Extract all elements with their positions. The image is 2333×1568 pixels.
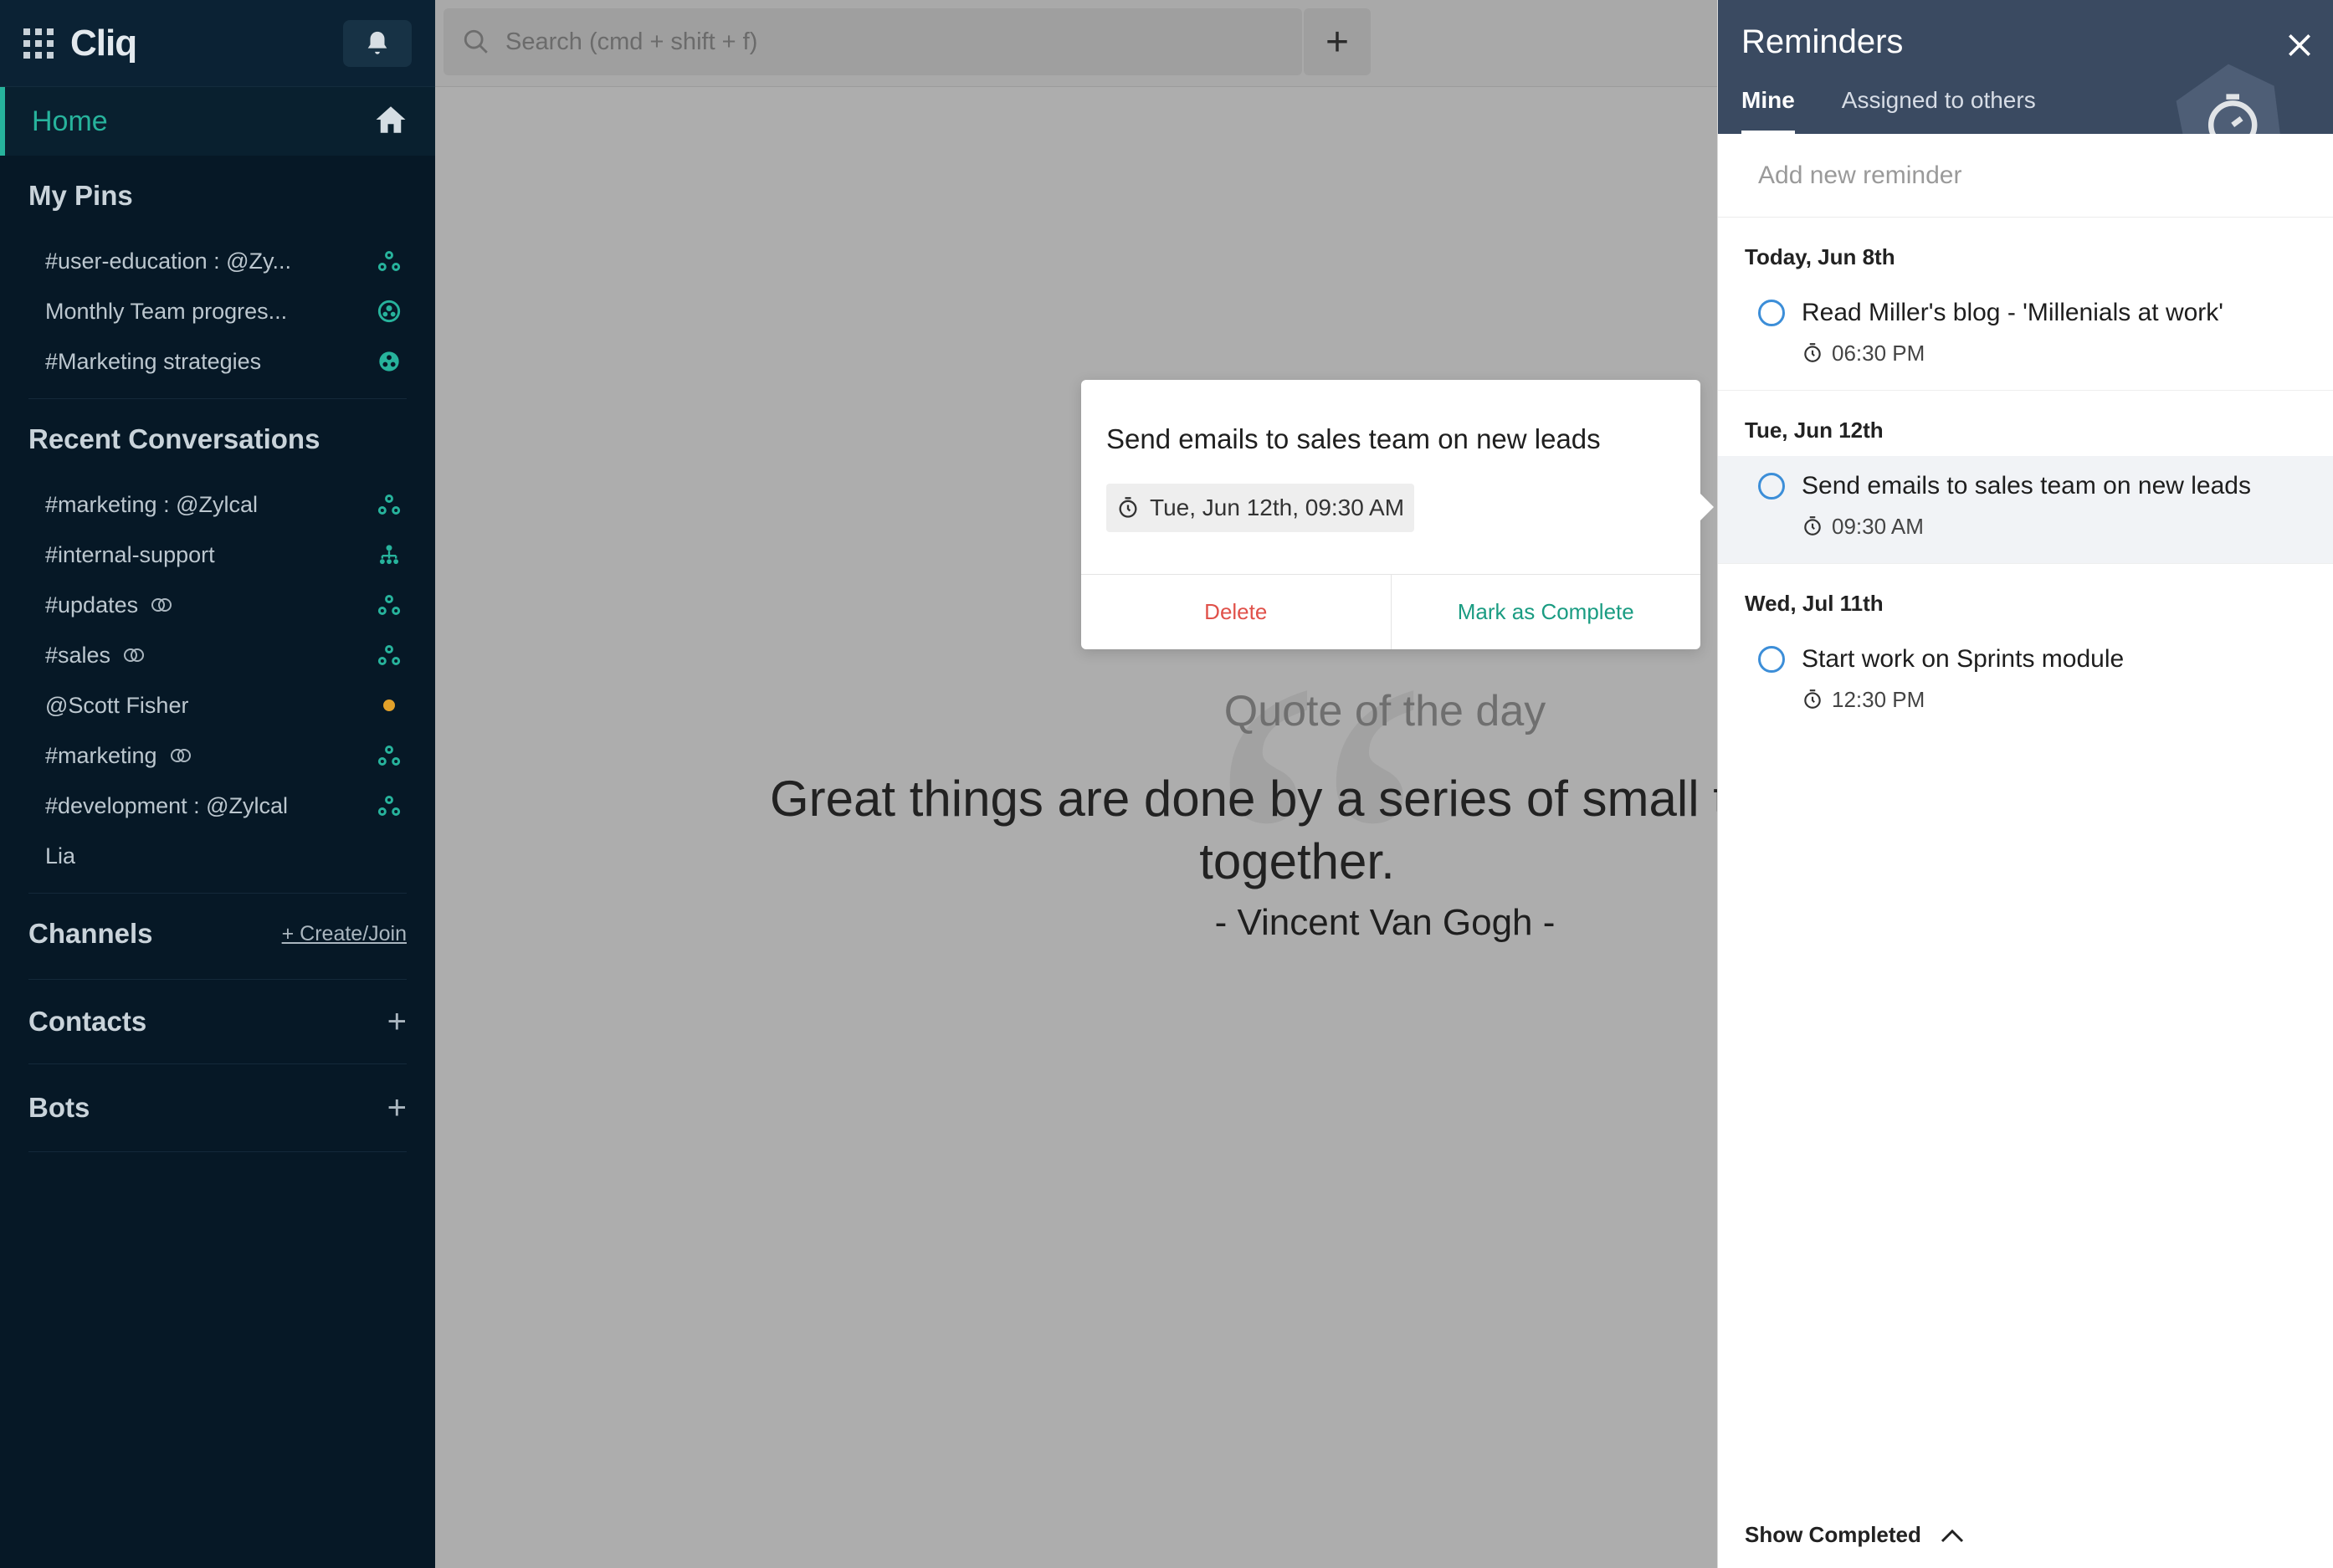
list-item[interactable]: #development : @Zylcal — [0, 781, 435, 831]
reminders-title: Reminders — [1741, 23, 1904, 60]
alarm-icon — [1119, 497, 1137, 518]
channel-group-icon — [377, 643, 402, 668]
pins-list: #user-education : @Zy... Monthly Team pr… — [0, 236, 435, 387]
reminders-panel: Reminders Mine Assigned to others Add ne… — [1717, 0, 2333, 1568]
alarm-icon — [1804, 516, 1821, 535]
alarm-icon — [1804, 689, 1821, 709]
reminder-item[interactable]: Start work on Sprints module 12:30 PM — [1718, 629, 2333, 736]
notifications-button[interactable] — [343, 19, 412, 67]
channel-group-icon — [377, 592, 402, 617]
complete-radio[interactable] — [1758, 646, 1785, 673]
reminders-tabs: Mine Assigned to others — [1741, 87, 2083, 134]
list-item[interactable]: Monthly Team progres... — [0, 286, 435, 336]
list-item[interactable]: #internal-support — [0, 530, 435, 580]
stopwatch-decoration-icon — [2176, 64, 2280, 134]
tab-assigned-to-others[interactable]: Assigned to others — [1842, 87, 2036, 134]
reminder-group-heading: Wed, Jul 11th — [1745, 591, 1884, 616]
divider — [28, 1151, 407, 1152]
reminder-item[interactable]: Read Miller's blog - 'Millenials at work… — [1718, 283, 2333, 391]
channel-group-icon — [377, 492, 402, 517]
popup-title: Send emails to sales team on new leads — [1106, 423, 1601, 454]
recent-conversations-list: #marketing : @Zylcal #internal-support #… — [0, 479, 435, 881]
reminders-header: Reminders Mine Assigned to others — [1718, 0, 2333, 134]
popup-actions: Delete Mark as Complete — [1081, 574, 1700, 649]
chevron-up-icon — [1941, 1529, 1963, 1542]
add-bot-icon[interactable]: + — [387, 1089, 407, 1127]
show-completed-toggle[interactable]: Show Completed — [1745, 1522, 1965, 1548]
app-logo: Cliq — [70, 22, 137, 64]
team-circle-icon — [377, 299, 402, 324]
channel-circle-icon — [377, 349, 402, 374]
close-icon[interactable] — [2283, 28, 2316, 62]
popup-datetime[interactable]: Tue, Jun 12th, 09:30 AM — [1106, 484, 1415, 532]
list-item[interactable]: #marketing : @Zylcal — [0, 479, 435, 530]
presence-away-icon — [377, 693, 402, 718]
channel-group-icon — [377, 743, 402, 768]
reminder-detail-popup: Send emails to sales team on new leads T… — [1081, 380, 1714, 649]
pins-section-title: My Pins — [28, 180, 133, 211]
sidebar-header: Cliq — [0, 0, 435, 87]
reminder-title: Read Miller's blog - 'Millenials at work… — [1802, 299, 2224, 326]
app-grid-icon[interactable] — [23, 28, 54, 59]
quote-title: Quote of the day — [1223, 687, 1546, 735]
search-input[interactable]: Search (cmd + shift + f) — [444, 8, 1302, 75]
quote-text-line1: Great things are done by a series of sma… — [770, 771, 1719, 827]
list-item[interactable]: #sales — [0, 630, 435, 680]
quote-author: - Vincent Van Gogh - — [1214, 902, 1556, 943]
complete-radio[interactable] — [1758, 473, 1785, 500]
channel-group-icon — [377, 249, 402, 274]
org-tree-icon — [377, 542, 402, 567]
reminder-group-heading: Tue, Jun 12th — [1745, 418, 1884, 443]
shared-link-icon — [150, 597, 173, 613]
home-label: Home — [32, 105, 108, 137]
quote-text-line2: together. — [1199, 833, 1395, 889]
reminder-time: 09:30 AM — [1832, 513, 1924, 539]
new-chat-button[interactable]: + — [1304, 8, 1371, 75]
search-placeholder: Search (cmd + shift + f) — [505, 28, 758, 55]
search-icon — [464, 29, 488, 54]
reminder-item[interactable]: Send emails to sales team on new leads 0… — [1718, 456, 2333, 564]
mark-complete-button[interactable]: Mark as Complete — [1392, 575, 1701, 649]
complete-radio[interactable] — [1758, 300, 1785, 326]
reminder-time: 06:30 PM — [1832, 340, 1925, 366]
home-icon — [373, 102, 408, 141]
plus-icon: + — [1325, 19, 1350, 64]
list-item[interactable]: #Marketing strategies — [0, 336, 435, 387]
top-bar: Search (cmd + shift + f) + — [435, 0, 1717, 87]
sidebar: Cliq Home My Pins #user-education : @Zy.… — [0, 0, 435, 1568]
bell-icon — [367, 31, 387, 54]
add-reminder-input[interactable]: Add new reminder — [1718, 134, 2333, 218]
sidebar-item-home[interactable]: Home — [0, 87, 435, 156]
channels-section-title[interactable]: Channels + Create/Join — [0, 894, 435, 974]
delete-button[interactable]: Delete — [1081, 575, 1392, 649]
reminder-group-heading: Today, Jun 8th — [1745, 244, 1895, 269]
list-item[interactable]: #marketing — [0, 730, 435, 781]
list-item[interactable]: @Scott Fisher — [0, 680, 435, 730]
reminder-time: 12:30 PM — [1832, 686, 1925, 712]
list-item[interactable]: Lia — [0, 831, 435, 881]
channel-group-icon — [377, 793, 402, 818]
bots-section-title[interactable]: Bots + — [0, 1064, 435, 1151]
reminder-title: Start work on Sprints module — [1802, 645, 2125, 673]
reminder-title: Send emails to sales team on new leads — [1802, 472, 2251, 500]
alarm-icon — [1804, 343, 1821, 362]
add-contact-icon[interactable]: + — [387, 1003, 407, 1041]
list-item[interactable]: #updates — [0, 580, 435, 630]
shared-link-icon — [122, 647, 146, 664]
tab-mine[interactable]: Mine — [1741, 87, 1795, 134]
create-join-link[interactable]: + Create/Join — [282, 922, 407, 946]
shared-link-icon — [169, 747, 192, 764]
list-item[interactable]: #user-education : @Zy... — [0, 236, 435, 286]
contacts-section-title[interactable]: Contacts + — [0, 980, 435, 1063]
recent-section-title: Recent Conversations — [28, 423, 320, 454]
